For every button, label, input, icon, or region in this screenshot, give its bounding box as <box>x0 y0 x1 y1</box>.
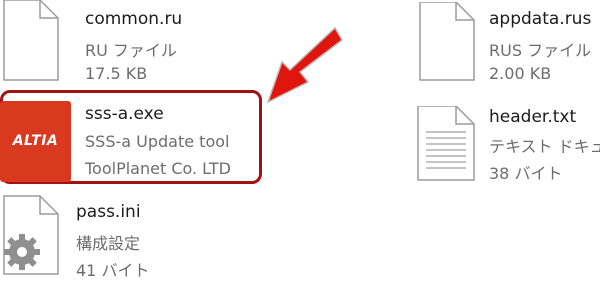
file-name: pass.ini <box>76 202 141 222</box>
text-document-icon <box>417 106 475 181</box>
file-item-pass-ini[interactable]: pass.ini 構成設定 41 バイト <box>0 190 260 280</box>
document-icon <box>3 0 59 81</box>
file-name: sss-a.exe <box>85 104 164 124</box>
file-size: 17.5 KB <box>85 64 148 83</box>
file-item-header-txt[interactable]: header.txt テキスト ドキュメ 38 バイト <box>410 90 600 184</box>
file-item-common-ru[interactable]: common.ru RU ファイル 17.5 KB <box>0 0 260 85</box>
file-name: header.txt <box>489 107 577 127</box>
file-name: common.ru <box>85 9 183 29</box>
file-size: 41 バイト <box>76 261 150 280</box>
file-company: ToolPlanet Co. LTD <box>85 159 231 178</box>
file-type: 構成設定 <box>76 234 141 253</box>
file-type: RUS ファイル <box>489 41 592 60</box>
file-item-sss-a-exe[interactable]: ALTIA sss-a.exe SSS-a Update tool ToolPl… <box>0 90 262 184</box>
file-item-appdata-rus[interactable]: appdata.rus RUS ファイル 2.00 KB <box>410 0 600 85</box>
file-size: 38 バイト <box>489 164 563 183</box>
file-type: テキスト ドキュメ <box>489 137 600 156</box>
altia-logo-text: ALTIA <box>12 133 59 149</box>
file-name: appdata.rus <box>489 9 592 29</box>
file-size: 2.00 KB <box>489 64 552 83</box>
file-description: SSS-a Update tool <box>85 132 230 151</box>
config-file-icon <box>3 195 59 275</box>
file-type: RU ファイル <box>85 41 177 60</box>
document-icon <box>419 2 475 81</box>
